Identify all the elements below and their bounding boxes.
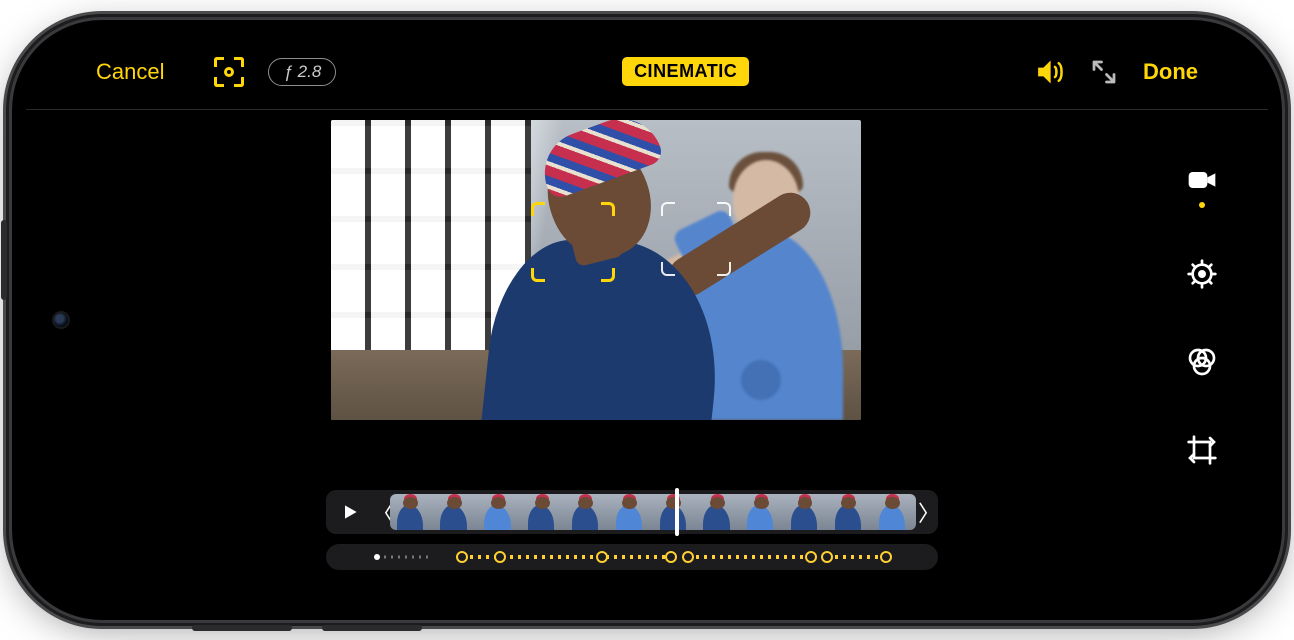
aperture-button[interactable]: ƒ 2.8 [268,58,336,86]
trim-handle-left-icon[interactable]: 〈 [372,496,388,528]
focus-track-start-icon [374,554,380,560]
aperture-value: ƒ 2.8 [283,62,321,82]
screen: Cancel ƒ 2.8 CINEMATIC [26,34,1268,606]
subject-foreground-person [451,120,731,420]
iphone-device-frame: Cancel ƒ 2.8 CINEMATIC [12,20,1282,620]
tool-adjust[interactable] [1184,252,1220,296]
tool-video[interactable] [1184,164,1220,208]
timeline-thumbnail[interactable] [478,494,522,530]
timeline-thumbnail[interactable] [828,494,872,530]
audio-toggle-icon[interactable] [1035,57,1065,87]
timeline-thumbnail[interactable] [609,494,653,530]
tool-crop[interactable] [1184,428,1220,472]
focus-keyframe[interactable] [880,551,892,563]
trim-handle-right-icon[interactable]: 〉 [918,496,934,528]
selected-dot-icon [1199,202,1205,208]
focus-keyframe[interactable] [682,551,694,563]
thumbnail-strip[interactable] [390,494,916,530]
timeline-thumbnail[interactable] [872,494,916,530]
timeline: 〈 〉 [326,490,938,570]
focus-keyframe[interactable] [665,551,677,563]
editor-topbar: Cancel ƒ 2.8 CINEMATIC [26,34,1268,110]
clip-scrubber[interactable]: 〈 〉 [326,490,938,534]
focus-keyframe[interactable] [805,551,817,563]
depth-focus-icon[interactable] [214,57,244,87]
timeline-thumbnail[interactable] [434,494,478,530]
timeline-thumbnail[interactable] [565,494,609,530]
timeline-thumbnail[interactable] [784,494,828,530]
done-button[interactable]: Done [1143,59,1198,85]
timeline-thumbnail[interactable] [697,494,741,530]
tool-filters[interactable] [1184,340,1220,384]
focus-segment[interactable] [688,555,811,559]
focus-keyframe[interactable] [494,551,506,563]
cancel-button[interactable]: Cancel [96,59,164,85]
mode-badge-cinematic[interactable]: CINEMATIC [622,57,749,86]
fullscreen-icon[interactable] [1089,57,1119,87]
focus-segment[interactable] [827,555,886,559]
preview-area [84,120,1108,476]
playhead[interactable] [675,488,679,536]
focus-track[interactable] [326,544,938,570]
front-camera-dot [54,313,68,327]
timeline-thumbnail[interactable] [390,494,434,530]
video-preview[interactable] [331,120,861,420]
focus-keyframe[interactable] [821,551,833,563]
timeline-thumbnail[interactable] [741,494,785,530]
edit-mode-strip [1184,164,1220,546]
play-button[interactable] [330,502,370,522]
timeline-thumbnail[interactable] [521,494,565,530]
focus-keyframe[interactable] [596,551,608,563]
focus-keyframe[interactable] [456,551,468,563]
